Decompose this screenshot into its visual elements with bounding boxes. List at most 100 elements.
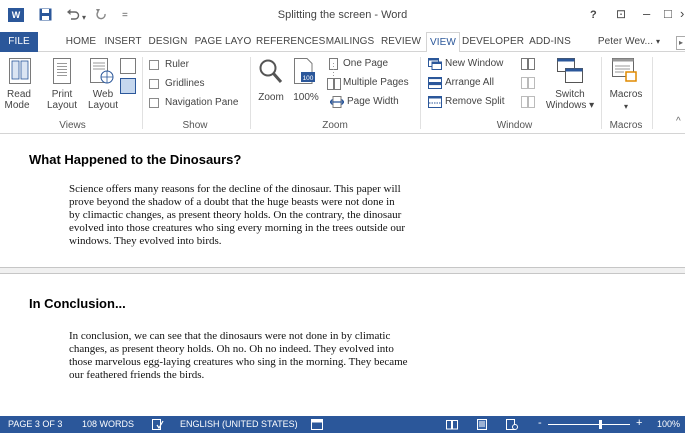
- group-divider: [142, 57, 143, 129]
- zoom-label: Zoom: [258, 92, 284, 103]
- macro-recording-icon[interactable]: [311, 419, 323, 430]
- paragraph-line: evolved into those creatures who sing ev…: [69, 222, 406, 234]
- tab-home[interactable]: HOME: [62, 32, 100, 52]
- print-layout-label-1: Print: [51, 89, 73, 100]
- group-divider: [420, 57, 421, 129]
- title-bar: W ▾ = Splitting the screen - Word ? ⊡ – …: [0, 0, 685, 30]
- close-button[interactable]: ›: [680, 6, 684, 22]
- switch-windows-label-1: Switch: [555, 89, 585, 100]
- tab-insert[interactable]: INSERT: [102, 32, 144, 52]
- account-dropdown-icon: ▾: [656, 37, 661, 46]
- group-divider: [601, 57, 602, 129]
- switch-windows-label-2: Windows ▾: [545, 100, 595, 111]
- zoom-slider-thumb[interactable]: [599, 420, 602, 429]
- multiple-pages-icon: [327, 78, 341, 90]
- word-count[interactable]: 108 WORDS: [82, 419, 134, 430]
- paragraph-line: by climactic changes, as present theory …: [69, 209, 402, 221]
- ruler-label: Ruler: [165, 59, 189, 70]
- status-bar: PAGE 3 OF 3 108 WORDS ENGLISH (UNITED ST…: [0, 416, 685, 433]
- help-button[interactable]: ?: [590, 7, 597, 23]
- group-divider: [250, 57, 251, 129]
- paragraph-dinosaurs: Science offers many reasons for the decl…: [69, 183, 489, 248]
- restore-button[interactable]: □: [664, 6, 672, 22]
- remove-split-label: Remove Split: [445, 96, 505, 107]
- tab-page-layout[interactable]: PAGE LAYO: [192, 32, 254, 52]
- navigation-pane-checkbox[interactable]: [149, 98, 159, 108]
- ribbon-display-options-icon[interactable]: ⊡: [616, 6, 626, 22]
- paragraph-line: windows. They evolved into birds.: [69, 235, 222, 247]
- macros-icon: [612, 58, 637, 82]
- tab-design[interactable]: DESIGN: [146, 32, 190, 52]
- tab-file[interactable]: FILE: [0, 32, 38, 52]
- new-window-icon: [428, 58, 442, 70]
- tab-mailings[interactable]: MAILINGS: [324, 32, 376, 52]
- group-divider: [652, 57, 653, 129]
- tab-review[interactable]: REVIEW: [378, 32, 424, 52]
- zoom-out-button[interactable]: -: [538, 418, 542, 429]
- proofing-icon[interactable]: [152, 419, 164, 430]
- collapse-ribbon-icon[interactable]: ^: [676, 116, 681, 127]
- web-layout-label-2: Layout: [87, 100, 119, 111]
- read-mode-icon: [9, 58, 31, 84]
- print-layout-view-icon[interactable]: [476, 419, 488, 430]
- view-side-by-side-icon[interactable]: [521, 58, 535, 70]
- zoom-level[interactable]: 100%: [657, 419, 680, 430]
- language[interactable]: ENGLISH (UNITED STATES): [180, 419, 298, 430]
- remove-split-icon: [428, 96, 442, 108]
- print-layout-label-2: Layout: [47, 100, 78, 111]
- zoom-in-button[interactable]: +: [636, 418, 642, 429]
- one-page-label: One Page: [343, 58, 389, 69]
- web-layout-icon: [90, 58, 114, 84]
- macros-label: Macros: [609, 89, 643, 100]
- read-mode-label-2: Mode: [4, 100, 30, 111]
- tab-references[interactable]: REFERENCES: [256, 32, 325, 52]
- account-name-label: Peter Wev...: [597, 36, 654, 47]
- paragraph-line: Science offers many reasons for the decl…: [69, 183, 401, 195]
- gridlines-label: Gridlines: [165, 78, 205, 89]
- page-width-label: Page Width: [347, 96, 399, 107]
- zoom-group-label: Zoom: [322, 120, 348, 131]
- read-mode-view-icon[interactable]: [446, 419, 458, 430]
- multiple-pages-label: Multiple Pages: [343, 77, 409, 88]
- page-count[interactable]: PAGE 3 OF 3: [8, 419, 62, 430]
- window-split-bar[interactable]: [0, 267, 685, 274]
- tab-view[interactable]: VIEW: [426, 32, 460, 53]
- web-layout-view-icon[interactable]: [506, 419, 518, 430]
- tab-add-ins[interactable]: ADD-INS: [526, 32, 574, 52]
- ribbon-view: Read Mode Print Layout Web Layout Views …: [0, 52, 685, 134]
- paragraph-line: our feathered friends the birds.: [69, 369, 205, 381]
- draft-view-icon[interactable]: [120, 58, 136, 74]
- reset-window-position-icon[interactable]: [521, 96, 535, 108]
- macros-group-label: Macros: [609, 120, 643, 131]
- outline-view-icon[interactable]: [120, 78, 136, 94]
- paragraph-line: In conclusion, we can see that the dinos…: [69, 330, 391, 342]
- new-window-label: New Window: [445, 58, 504, 69]
- heading-conclusion: In Conclusion...: [29, 296, 126, 311]
- account-name[interactable]: Peter Wev... ▾: [586, 32, 672, 52]
- heading-dinosaurs: What Happened to the Dinosaurs?: [29, 152, 242, 167]
- minimize-button[interactable]: –: [643, 6, 650, 22]
- paragraph-line: those marvelous egg-laying creatures who…: [69, 356, 408, 368]
- page-width-icon: [330, 96, 344, 108]
- ruler-checkbox[interactable]: [149, 60, 159, 70]
- zoom-slider-track[interactable]: [548, 424, 630, 425]
- tab-developer[interactable]: DEVELOPER: [462, 32, 524, 52]
- gridlines-checkbox[interactable]: [149, 79, 159, 89]
- window-title: Splitting the screen - Word: [277, 9, 408, 21]
- synchronous-scrolling-icon[interactable]: [521, 77, 535, 89]
- print-layout-icon: [53, 58, 71, 84]
- document-pane-bottom: In Conclusion... In conclusion, we can s…: [0, 275, 685, 415]
- one-page-icon: [329, 58, 338, 70]
- navigation-pane-label: Navigation Pane: [165, 97, 239, 108]
- show-group-label: Show: [182, 120, 208, 131]
- macros-dropdown-icon: ▾: [623, 102, 628, 111]
- svg-text:100: 100: [303, 75, 314, 82]
- zoom-100-label: 100%: [293, 92, 319, 103]
- views-group-label: Views: [59, 120, 86, 131]
- switch-windows-icon: [557, 58, 583, 83]
- arrange-all-label: Arrange All: [445, 77, 494, 88]
- arrange-all-icon: [428, 77, 442, 89]
- tab-scroll-arrow-icon[interactable]: ▸: [676, 36, 685, 50]
- magnifier-icon: [259, 59, 283, 83]
- ribbon-tabs: FILE HOME INSERT DESIGN PAGE LAYO REFERE…: [0, 32, 685, 53]
